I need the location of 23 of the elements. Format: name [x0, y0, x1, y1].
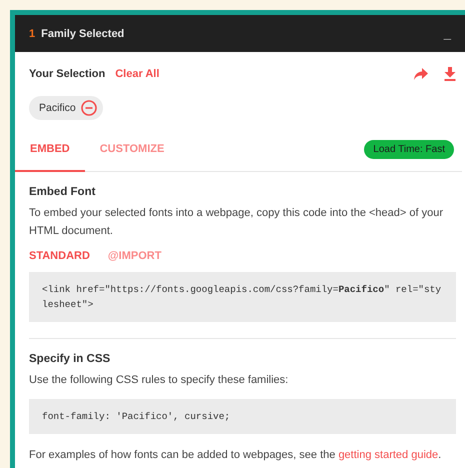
footer-text: For examples of how fonts can be added to webpages, see the: [29, 449, 336, 461]
selection-label: Your Selection: [29, 68, 106, 80]
code-block: <link href="https://fonts.googleapis.com/css?family=Pacifico" rel="stylesheet">: [29, 272, 456, 322]
panel-title: Family Selected: [41, 28, 126, 40]
download-icon[interactable]: [444, 67, 456, 81]
tab[interactable]: CUSTOMIZE: [84, 128, 180, 172]
section-title: Embed Font: [29, 186, 96, 198]
section-title: Specify in CSS: [29, 353, 112, 365]
remove-icon[interactable]: [80, 100, 97, 116]
footer-period: .: [438, 449, 442, 461]
tab[interactable]: EMBED: [15, 128, 85, 172]
subtab[interactable]: STANDARD: [29, 250, 90, 262]
section-description: Use the following CSS rules to specify these families:: [29, 373, 290, 388]
family-count: 1: [29, 28, 36, 40]
clear-all-link[interactable]: Clear All: [115, 68, 160, 80]
code-block: font-family: 'Pacifico', cursive;: [29, 399, 456, 434]
load-time-badge: Load Time: Fast: [364, 140, 454, 159]
chip-label: Pacifico: [39, 102, 76, 114]
subtab[interactable]: @IMPORT: [108, 250, 162, 262]
share-icon[interactable]: [414, 68, 428, 80]
guide-link[interactable]: getting started guide: [338, 449, 438, 461]
minimize-button[interactable]: _: [444, 18, 465, 48]
section-description: To embed your selected fonts into a webpage, copy this code into the <head> of your HTML document.: [29, 206, 444, 239]
